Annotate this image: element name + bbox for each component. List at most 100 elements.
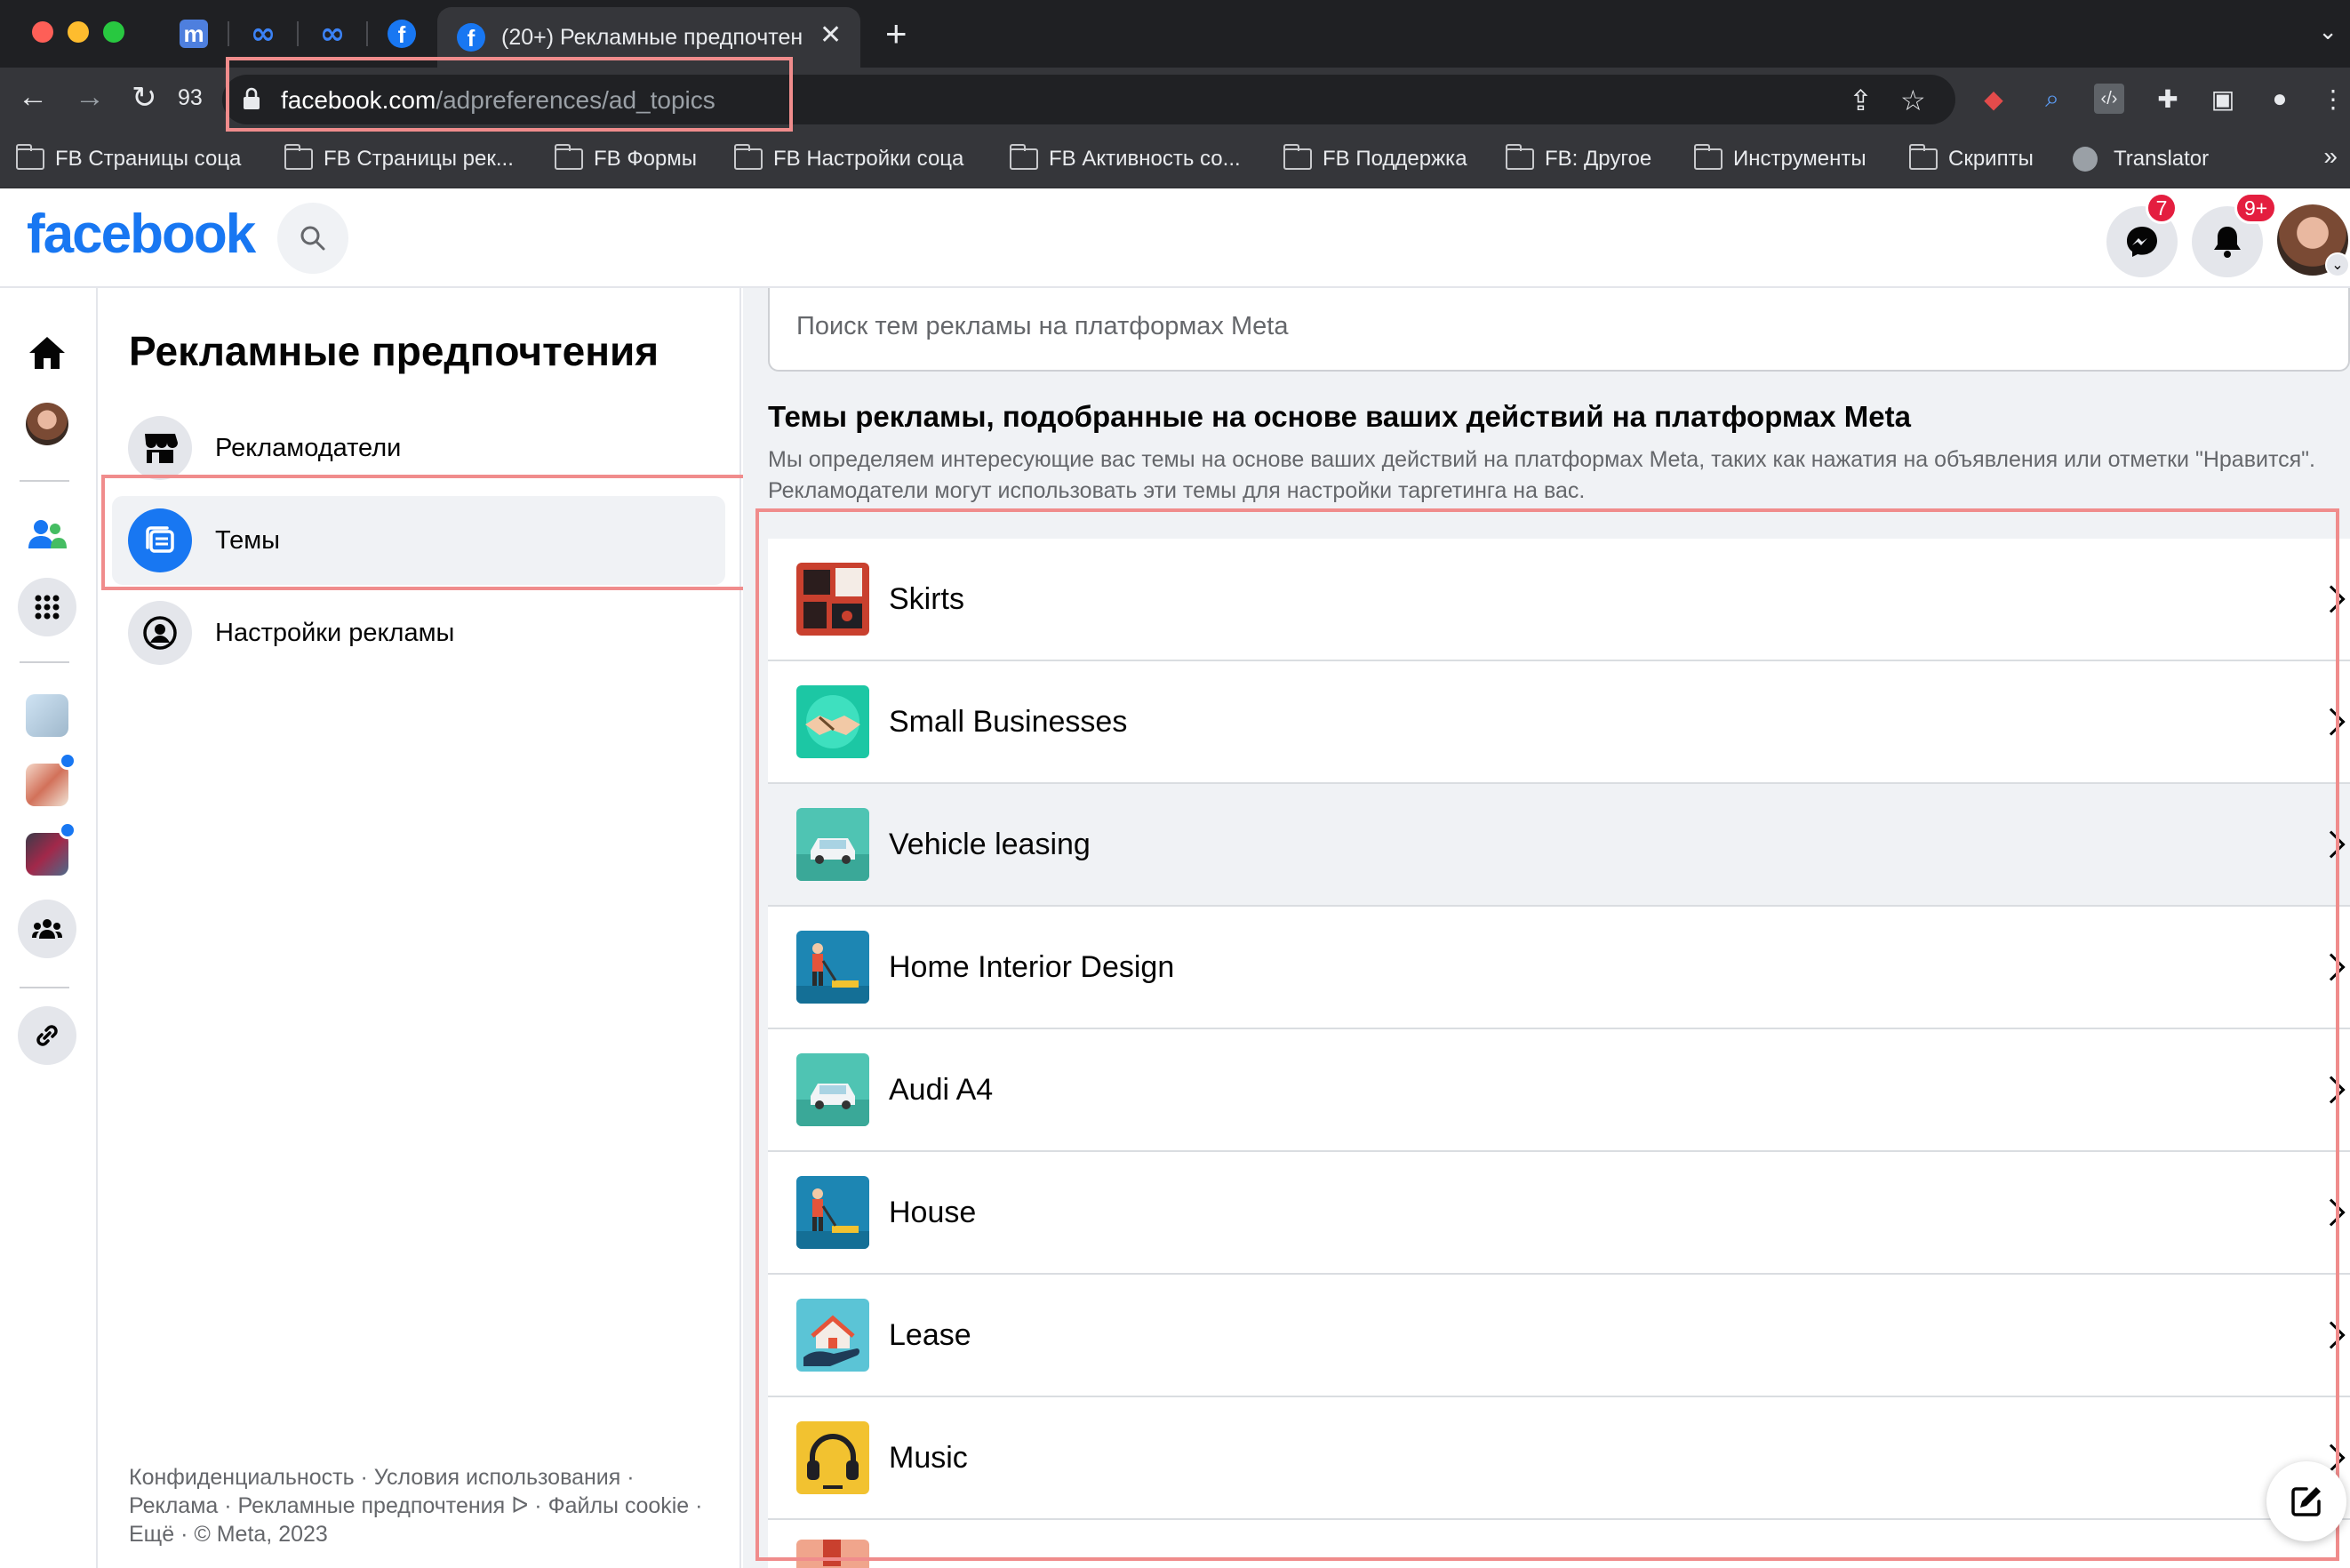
- extension-search-icon[interactable]: ⌕: [2037, 84, 2067, 114]
- account-circle-icon: [143, 616, 177, 650]
- groups-icon: [32, 919, 62, 939]
- topic-row[interactable]: Vehicle leasing: [768, 784, 2350, 907]
- pinned-tab-meta-2[interactable]: ∞: [315, 16, 350, 52]
- tab-separator: [228, 21, 229, 46]
- back-arrow-icon[interactable]: ←: [18, 80, 48, 115]
- nav-icon-wrap: [128, 601, 192, 665]
- new-tab-button[interactable]: +: [885, 12, 907, 55]
- bookmark-label: FB Страницы рек...: [324, 147, 514, 171]
- bookmark-folder[interactable]: FB Настройки соца: [734, 144, 963, 174]
- links-button[interactable]: [18, 1006, 76, 1065]
- pinned-tab-m[interactable]: m: [176, 16, 212, 52]
- home-icon: [29, 337, 65, 369]
- nav-item-advertisers[interactable]: Рекламодатели: [112, 404, 725, 492]
- nav-item-ad-settings[interactable]: Настройки рекламы: [112, 588, 725, 677]
- section-description: Мы определяем интересующие вас темы на о…: [768, 447, 2315, 503]
- facebook-favicon-icon: f: [388, 20, 416, 48]
- topic-row[interactable]: Home Interior Design: [768, 907, 2350, 1029]
- nav-item-label: Рекламодатели: [215, 433, 402, 462]
- topic-search-input[interactable]: [796, 304, 2307, 348]
- nav-item-topics[interactable]: Темы: [112, 496, 725, 585]
- reload-icon[interactable]: ↻: [132, 80, 157, 116]
- chevron-down-icon[interactable]: ⌄: [2325, 252, 2350, 277]
- footer-links[interactable]: Конфиденциальность · Условия использован…: [129, 1463, 707, 1548]
- shortcut-page-1[interactable]: [18, 686, 76, 745]
- main-content: Темы рекламы, подобранные на основе ваши…: [743, 288, 2350, 1568]
- address-bar[interactable]: facebook.com/adpreferences/ad_topics ⇪ ☆: [222, 75, 1955, 124]
- bookmark-star-icon[interactable]: ☆: [1900, 84, 1926, 117]
- storefront-icon: [145, 434, 178, 463]
- folder-icon: [1506, 144, 1534, 170]
- globe-icon: [2073, 147, 2098, 172]
- chevron-right-icon: [2317, 1076, 2346, 1104]
- bookmark-folder[interactable]: FB Страницы соца: [16, 144, 241, 174]
- bookmark-folder[interactable]: Инструменты: [1694, 144, 1866, 174]
- bookmark-link[interactable]: Translator: [2073, 144, 2209, 174]
- topic-row[interactable]: Lease: [768, 1275, 2350, 1397]
- new-message-button[interactable]: [2266, 1461, 2346, 1541]
- side-panel-icon[interactable]: ▣: [2208, 84, 2238, 114]
- search-button[interactable]: [277, 203, 348, 274]
- facebook-logo[interactable]: facebook: [27, 203, 256, 266]
- notifications-button[interactable]: 9+: [2192, 192, 2278, 277]
- left-rail: [0, 288, 98, 1568]
- url-text[interactable]: facebook.com/adpreferences/ad_topics: [281, 86, 715, 115]
- bookmark-label: FB Поддержка: [1323, 147, 1467, 171]
- m-favicon-icon: m: [180, 20, 208, 48]
- page-thumbnail: [26, 833, 68, 876]
- topic-name: House: [889, 1195, 977, 1229]
- meta-favicon-icon: ∞: [319, 16, 346, 52]
- topic-row[interactable]: House: [768, 1152, 2350, 1275]
- bookmark-folder[interactable]: FB Активность со...: [1010, 144, 1241, 174]
- topic-row[interactable]: Small Businesses: [768, 661, 2350, 784]
- messenger-button[interactable]: 7: [2106, 192, 2178, 277]
- window-minimize-button[interactable]: [68, 21, 89, 43]
- topic-thumbnail-partial: [796, 1540, 869, 1568]
- rail-divider: [20, 480, 69, 482]
- friends-icon: [28, 520, 67, 548]
- pinned-tab-meta[interactable]: ∞: [245, 16, 281, 52]
- bookmarks-overflow-button[interactable]: »: [2323, 142, 2338, 171]
- forward-arrow-icon[interactable]: →: [75, 80, 105, 115]
- bookmark-folder[interactable]: FB Поддержка: [1283, 144, 1467, 174]
- menu-button[interactable]: [18, 578, 76, 636]
- active-tab[interactable]: f (20+) Рекламные предпочтен ✕: [437, 7, 860, 68]
- tab-search-chevron-icon[interactable]: ⌄: [2318, 18, 2338, 45]
- pinned-tab-facebook[interactable]: f: [384, 16, 420, 52]
- friends-button[interactable]: [18, 505, 76, 564]
- bookmarks-bar: FB Страницы соца FB Страницы рек... FB Ф…: [0, 132, 2350, 188]
- profile-shortcut[interactable]: [18, 395, 76, 453]
- tab-separator: [297, 21, 299, 46]
- bookmark-folder[interactable]: FB Формы: [555, 144, 697, 174]
- handshake-thumb-icon: [796, 685, 869, 758]
- topic-row[interactable]: Music: [768, 1397, 2350, 1520]
- chevron-right-icon: [2317, 1198, 2346, 1227]
- bookmark-folder[interactable]: Скрипты: [1909, 144, 2034, 174]
- window-close-button[interactable]: [32, 21, 53, 43]
- profile-icon[interactable]: ●: [2265, 84, 2295, 114]
- topic-name: Vehicle leasing: [889, 827, 1091, 861]
- bookmark-folder[interactable]: FB: Другое: [1506, 144, 1651, 174]
- bookmark-label: Скрипты: [1948, 147, 2034, 171]
- rail-divider: [20, 987, 69, 988]
- groups-button[interactable]: [18, 900, 76, 958]
- topic-row[interactable]: Audi A4: [768, 1029, 2350, 1152]
- share-icon[interactable]: ⇪: [1849, 84, 1873, 117]
- grid-menu-icon: [35, 595, 60, 620]
- extension-code-icon[interactable]: ‹/›: [2094, 84, 2124, 114]
- browser-menu-icon[interactable]: ⋮: [2318, 84, 2348, 114]
- home-button[interactable]: [18, 324, 76, 382]
- topic-name: Home Interior Design: [889, 949, 1175, 984]
- topic-row-partial[interactable]: [768, 1520, 2350, 1568]
- window-zoom-button[interactable]: [103, 21, 124, 43]
- tab-close-icon[interactable]: ✕: [819, 20, 842, 51]
- reload-count: 93: [178, 85, 203, 110]
- bookmark-label: FB Активность со...: [1049, 147, 1241, 171]
- extension-cube-icon[interactable]: ◆: [1978, 84, 2009, 114]
- chevron-right-icon: [2317, 585, 2346, 613]
- bookmark-folder[interactable]: FB Страницы рек...: [284, 144, 514, 174]
- topic-row[interactable]: Skirts: [768, 539, 2350, 661]
- topic-search-box[interactable]: [768, 288, 2350, 372]
- browser-tab-strip: m ∞ ∞ f f (20+) Рекламные предпочтен ✕ +…: [0, 0, 2350, 68]
- extensions-puzzle-icon[interactable]: ✚: [2153, 84, 2183, 114]
